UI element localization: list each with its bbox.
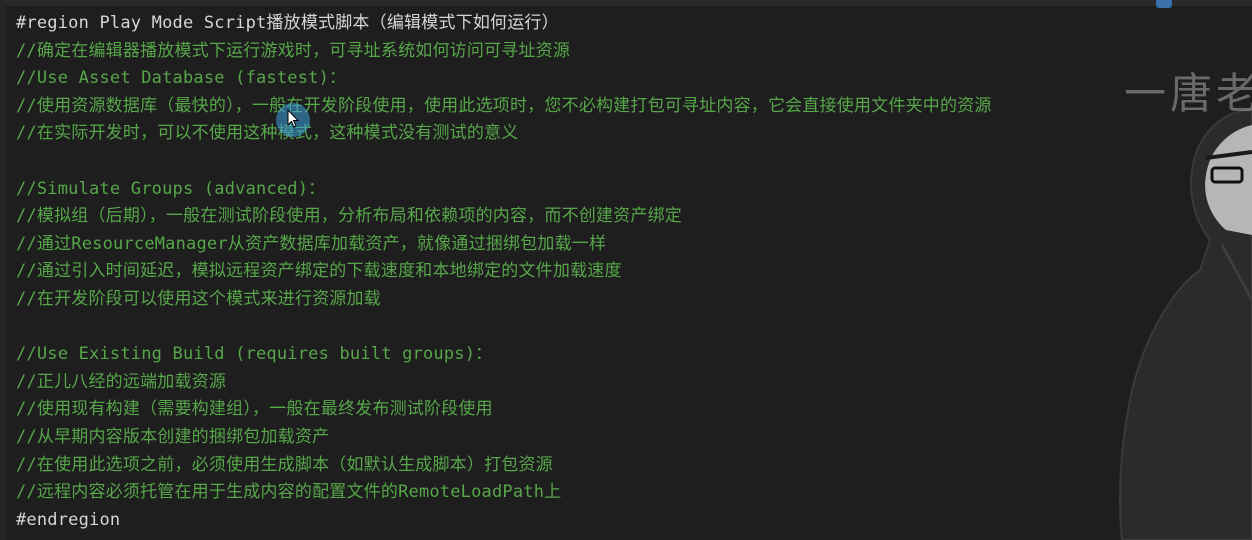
code-line-comment[interactable]: //在开发阶段可以使用这个模式来进行资源加载 (16, 286, 1242, 314)
code-line-comment[interactable]: //远程内容必须托管在用于生成内容的配置文件的RemoteLoadPath上 (16, 479, 1242, 507)
code-line-comment[interactable]: //通过引入时间延迟，模拟远程资产绑定的下载速度和本地绑定的文件加载速度 (16, 258, 1242, 286)
watermark-text: 一唐老 (1123, 69, 1252, 118)
code-line-comment[interactable]: //使用现有构建（需要构建组），一般在最终发布测试阶段使用 (16, 396, 1242, 424)
code-line-comment[interactable]: //Use Asset Database (fastest)： (16, 65, 1242, 93)
mouse-pointer-icon (287, 108, 300, 128)
code-line-region-end[interactable]: #endregion (16, 507, 1242, 535)
code-line-comment[interactable]: //模拟组（后期），一般在测试阶段使用，分析布局和依赖项的内容，而不创建资产绑定 (16, 203, 1242, 231)
code-line-comment[interactable]: //确定在编辑器播放模式下运行游戏时，可寻址系统如何访问可寻址资源 (16, 38, 1242, 66)
code-line-comment[interactable]: //在实际开发时，可以不使用这种模式，这种模式没有测试的意义 (16, 120, 1242, 148)
code-line-blank[interactable] (16, 314, 1242, 342)
code-line-blank[interactable] (16, 148, 1242, 176)
top-bar-icon (1156, 0, 1172, 8)
code-line-comment[interactable]: //通过ResourceManager从资产数据库加载资产，就像通过捆绑包加载一… (16, 231, 1242, 259)
editor-gutter (0, 0, 6, 540)
code-editor[interactable]: #region Play Mode Script播放模式脚本（编辑模式下如何运行… (0, 0, 1252, 540)
code-line-comment[interactable]: //在使用此选项之前，必须使用生成脚本（如默认生成脚本）打包资源 (16, 452, 1242, 480)
code-line-comment[interactable]: //使用资源数据库（最快的），一般在开发阶段使用，使用此选项时，您不必构建打包可… (16, 93, 1242, 121)
code-line-comment[interactable]: //Simulate Groups (advanced)： (16, 176, 1242, 204)
code-line-region-start[interactable]: #region Play Mode Script播放模式脚本（编辑模式下如何运行… (16, 10, 1242, 38)
editor-top-border (0, 0, 1252, 6)
code-area[interactable]: #region Play Mode Script播放模式脚本（编辑模式下如何运行… (16, 10, 1242, 534)
code-line-comment[interactable]: //从早期内容版本创建的捆绑包加载资产 (16, 424, 1242, 452)
code-line-comment[interactable]: //Use Existing Build (requires built gro… (16, 341, 1242, 369)
code-line-comment[interactable]: //正儿八经的远端加载资源 (16, 369, 1242, 397)
